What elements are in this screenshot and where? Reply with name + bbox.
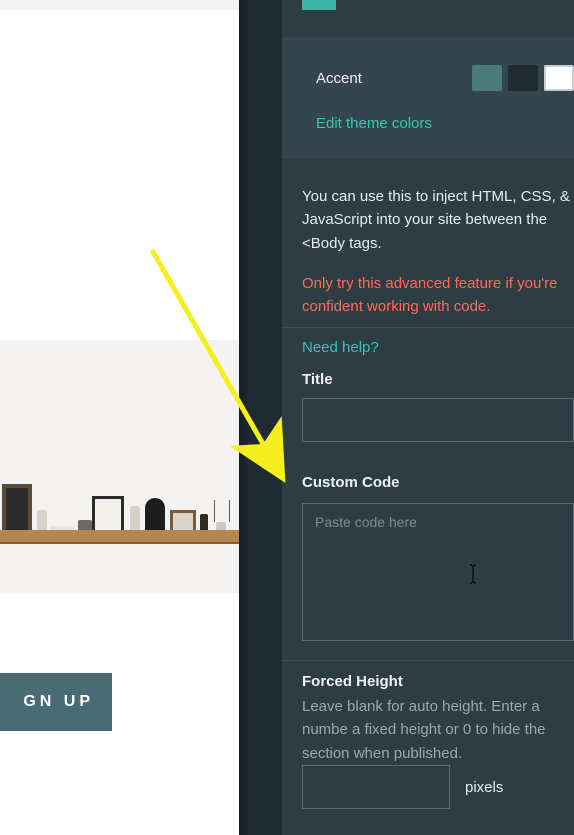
section-description: You can use this to inject HTML, CSS, & … <box>302 185 574 255</box>
sign-up-label: GN UP <box>23 693 94 711</box>
forced-height-description: Leave blank for auto height. Enter a num… <box>302 695 574 765</box>
forced-height-label: Forced Height <box>302 673 403 690</box>
custom-code-textarea[interactable] <box>302 503 574 641</box>
accent-label: Accent <box>316 70 472 87</box>
preview-top-edge <box>0 0 239 10</box>
divider <box>282 327 574 328</box>
pixels-unit-label: pixels <box>465 779 503 796</box>
divider <box>282 157 574 158</box>
title-label: Title <box>302 371 333 388</box>
sign-up-button[interactable]: GN UP <box>0 673 112 731</box>
forced-height-input[interactable] <box>302 765 450 809</box>
divider <box>282 660 574 661</box>
active-indicator <box>302 0 336 10</box>
preview-image <box>0 340 239 593</box>
need-help-link[interactable]: Need help? <box>302 339 379 356</box>
panel-gutter-shadow <box>239 0 251 835</box>
custom-code-label: Custom Code <box>302 474 400 491</box>
section-warning: Only try this advanced feature if you're… <box>302 272 564 319</box>
swatch-dark[interactable] <box>508 65 538 91</box>
swatch-teal[interactable] <box>472 65 502 91</box>
title-input[interactable] <box>302 398 574 442</box>
edit-theme-colors-link[interactable]: Edit theme colors <box>316 115 432 132</box>
site-preview: GN UP <box>0 0 239 835</box>
accent-swatches <box>472 65 574 91</box>
swatch-white[interactable] <box>544 65 574 91</box>
accent-card: Accent Edit theme colors <box>282 37 574 157</box>
